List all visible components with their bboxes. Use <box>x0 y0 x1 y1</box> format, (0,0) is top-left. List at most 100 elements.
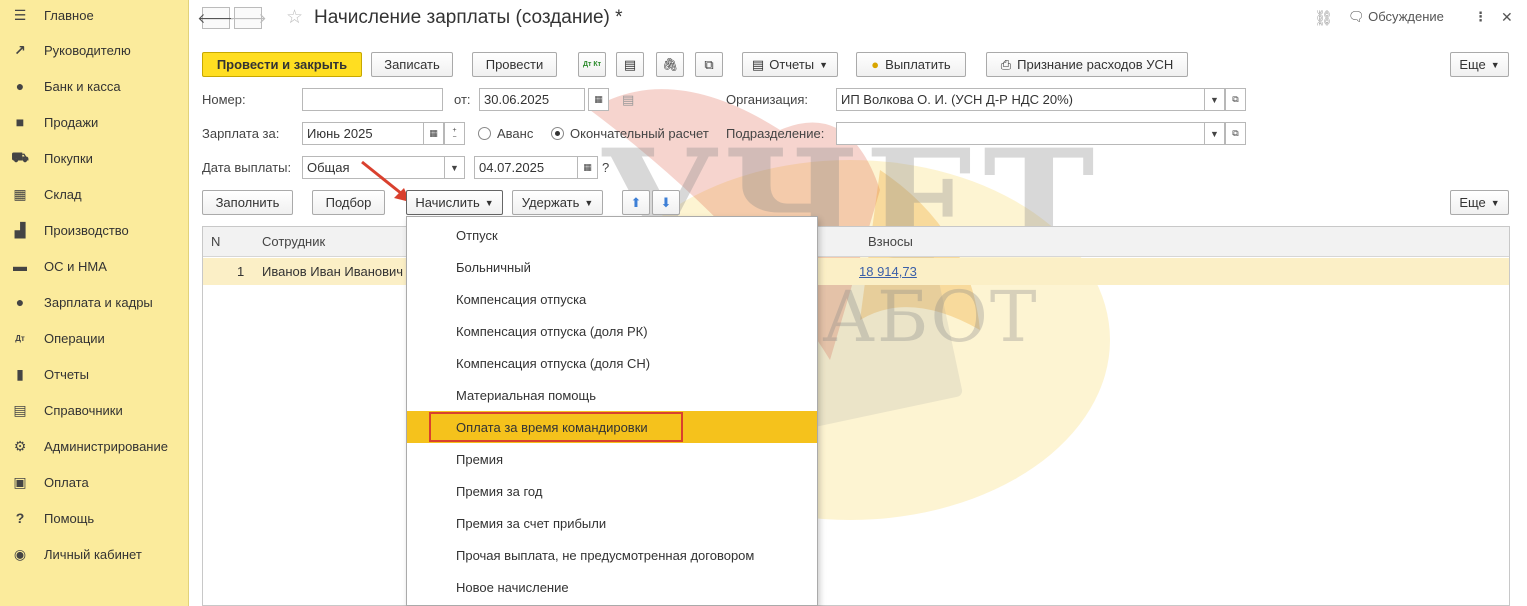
sidebar-item-directories[interactable]: ▤ Справочники <box>0 392 189 428</box>
favorite-star-icon[interactable]: ☆ <box>286 6 303 29</box>
help-question-icon[interactable]: ? <box>602 160 609 175</box>
sidebar-item-sales[interactable]: ■ Продажи <box>0 104 189 140</box>
sidebar-item-admin[interactable]: ⚙ Администрирование <box>0 428 189 464</box>
more-label: Еще <box>1459 57 1486 72</box>
chevron-down-icon[interactable]: ▼ <box>1204 88 1225 111</box>
more-button[interactable]: Еще ▼ <box>1450 52 1509 77</box>
pay-date-field[interactable]: 04.07.2025 <box>474 156 580 179</box>
organization-field[interactable]: ИП Волкова О. И. (УСН Д-Р НДС 20%) <box>836 88 1205 111</box>
sidebar-item-reports[interactable]: ▮ Отчеты <box>0 356 189 392</box>
calendar-icon[interactable]: ▦ <box>423 122 444 145</box>
menu-item-profit-bonus[interactable]: Премия за счет прибыли <box>407 507 817 539</box>
pay-button[interactable]: ● Выплатить <box>856 52 966 77</box>
sidebar-item-assets[interactable]: ▬ ОС и НМА <box>0 248 189 284</box>
sidebar-item-help[interactable]: ? Помощь <box>0 500 189 536</box>
sidebar-item-operations[interactable]: Дт Операции <box>0 320 189 356</box>
sidebar-item-label: Помощь <box>44 510 95 526</box>
column-header-contributions[interactable]: Взносы <box>868 234 913 249</box>
sidebar-item-purchases[interactable]: ⛟ Покупки <box>0 140 189 176</box>
chevron-down-icon: ▼ <box>819 59 829 70</box>
move-down-icon[interactable]: ⬇ <box>652 190 680 215</box>
structure-icon[interactable]: ⧉ <box>695 52 723 77</box>
menu-item-vacation-compensation-sn[interactable]: Компенсация отпуска (доля СН) <box>407 347 817 379</box>
menu-item-sick-leave[interactable]: Больничный <box>407 251 817 283</box>
column-header-n[interactable]: N <box>211 234 220 249</box>
post-button[interactable]: Провести <box>472 52 557 77</box>
menu-icon: ☰ <box>13 6 27 23</box>
move-up-icon[interactable]: ⬆ <box>622 190 650 215</box>
menu-item-bonus[interactable]: Премия <box>407 443 817 475</box>
period-stepper[interactable]: + − <box>444 122 465 145</box>
menu-item-new-accrual[interactable]: Новое начисление <box>407 571 817 603</box>
sidebar-item-bank[interactable]: ● Банк и касса <box>0 68 189 104</box>
app-window: ☰ Главное ↗ Руководителю ● Банк и касса … <box>0 0 1527 606</box>
dt-kt-button[interactable]: Дт Кт <box>578 52 606 77</box>
calendar-icon[interactable]: ▦ <box>577 156 598 179</box>
post-and-close-button[interactable]: Провести и закрыть <box>202 52 362 77</box>
reports-button[interactable]: ▤ Отчеты ▼ <box>742 52 838 77</box>
forward-button[interactable]: 🡒 <box>229 7 267 29</box>
menu-item-vacation-compensation-rk[interactable]: Компенсация отпуска (доля РК) <box>407 315 817 347</box>
sidebar-item-manager[interactable]: ↗ Руководителю <box>0 32 189 68</box>
open-icon[interactable]: ⧉ <box>1225 88 1246 111</box>
comment-icon: 🗨 <box>1348 9 1365 24</box>
reports-label: Отчеты <box>769 57 815 72</box>
menu-item-material-aid[interactable]: Материальная помощь <box>407 379 817 411</box>
printer-icon: ⎙ <box>1000 56 1012 72</box>
sidebar-item-label: Оплата <box>44 474 89 490</box>
sidebar-item-salary[interactable]: ● Зарплата и кадры <box>0 284 189 320</box>
chevron-down-icon[interactable]: ▼ <box>1204 122 1225 145</box>
link-icon[interactable]: ⛓ <box>1314 9 1333 27</box>
arrow-right-icon: 🡒 <box>229 9 267 26</box>
sidebar-item-main[interactable]: ☰ Главное <box>0 0 189 33</box>
number-field[interactable] <box>302 88 443 111</box>
page-title: Начисление зарплаты (создание) * <box>314 7 623 28</box>
employees-table: N Сотрудник Взносы 1 Иванов Иван Иванови… <box>202 226 1510 606</box>
document-icon[interactable]: ▤ <box>616 52 644 77</box>
sidebar-item-label: Производство <box>44 222 129 238</box>
column-header-employee[interactable]: Сотрудник <box>262 234 325 249</box>
accrue-button[interactable]: Начислить ▼ <box>406 190 503 215</box>
bar-chart-icon: ▮ <box>16 365 24 382</box>
close-icon[interactable]: ✕ <box>1501 9 1513 26</box>
advance-radio[interactable] <box>478 127 491 140</box>
usn-expenses-button[interactable]: ⎙ Признание расходов УСН <box>986 52 1188 77</box>
deduct-button[interactable]: Удержать ▼ <box>512 190 603 215</box>
salary-period-field[interactable]: Июнь 2025 <box>302 122 424 145</box>
employee-name[interactable]: Иванов Иван Иванович <box>262 264 403 279</box>
menu-item-annual-bonus[interactable]: Премия за год <box>407 475 817 507</box>
select-button[interactable]: Подбор <box>312 190 385 215</box>
discussion-button[interactable]: 🗨 Обсуждение <box>1348 9 1444 25</box>
fill-button[interactable]: Заполнить <box>202 190 293 215</box>
table-row[interactable]: 1 Иванов Иван Иванович 18 914,73 <box>203 258 1509 285</box>
document-history-icon[interactable]: ▤ <box>622 92 634 108</box>
sidebar-item-account[interactable]: ◉ Личный кабинет <box>0 536 189 572</box>
row-number: 1 <box>237 264 245 279</box>
attachment-icon[interactable]: 🖇 <box>656 52 684 77</box>
contributions-amount[interactable]: 18 914,73 <box>859 264 917 279</box>
menu-item-vacation[interactable]: Отпуск <box>407 219 817 251</box>
menu-item-vacation-compensation[interactable]: Компенсация отпуска <box>407 283 817 315</box>
pay-label: Выплатить <box>885 57 951 72</box>
table-more-button[interactable]: Еще ▼ <box>1450 190 1509 215</box>
chevron-down-icon: ▼ <box>584 197 594 208</box>
sidebar-item-payment[interactable]: ▣ Оплата <box>0 464 189 500</box>
chevron-down-icon: ▼ <box>1490 197 1500 208</box>
final-calculation-radio[interactable] <box>551 127 564 140</box>
factory-icon: ▟ <box>14 221 26 238</box>
date-field[interactable]: 30.06.2025 <box>479 88 585 111</box>
sidebar-item-production[interactable]: ▟ Производство <box>0 212 189 248</box>
salary-period-label: Зарплата за: <box>202 126 280 141</box>
chevron-down-icon[interactable]: ▼ <box>444 156 465 179</box>
menu-item-other-payment[interactable]: Прочая выплата, не предусмотренная догов… <box>407 539 817 571</box>
back-button[interactable]: 🡐 <box>197 7 235 29</box>
save-button[interactable]: Записать <box>371 52 453 77</box>
title-bar: 🡐 🡒 ☆ Начисление зарплаты (создание) * ⛓… <box>190 0 1527 40</box>
calendar-icon[interactable]: ▦ <box>588 88 609 111</box>
menu-item-business-trip-pay[interactable]: Оплата за время командировки <box>407 411 817 443</box>
division-field[interactable] <box>836 122 1205 145</box>
open-icon[interactable]: ⧉ <box>1225 122 1246 145</box>
sidebar-item-warehouse[interactable]: ▦ Склад <box>0 176 189 212</box>
more-vert-icon[interactable]: ⋮ <box>1474 9 1487 25</box>
sidebar-item-label: Администрирование <box>44 438 168 454</box>
